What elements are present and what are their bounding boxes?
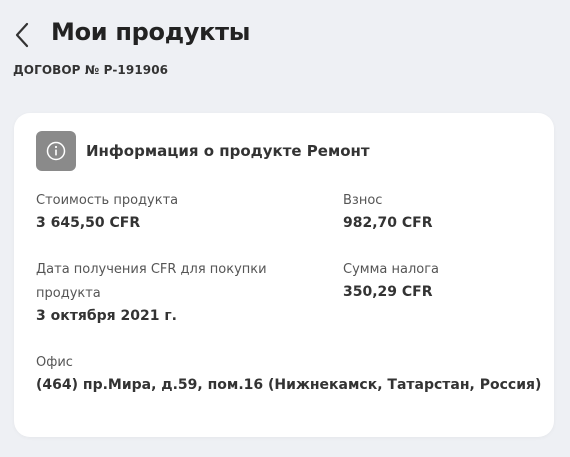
field-value: 350,29 CFR	[343, 284, 433, 300]
field-value: (464) пр.Мира, д.59, пом.16 (Нижнекамск,…	[36, 377, 542, 393]
field-value: 982,70 CFR	[343, 215, 433, 231]
field-office: Офис (464) пр.Мира, д.59, пом.16 (Нижнек…	[36, 351, 541, 395]
field-label: Стоимость продукта	[36, 193, 179, 208]
info-icon	[46, 141, 66, 161]
field-product-cost: Стоимость продукта 3 645,50 CFR	[36, 189, 178, 233]
field-tax-amount: Сумма налога 350,29 CFR	[343, 258, 439, 302]
page-title: Мои продукты	[51, 18, 251, 46]
field-label: Дата получения CFR для покупки продукта	[36, 262, 267, 301]
card-title: Информация о продукте Ремонт	[86, 142, 370, 160]
contract-number: ДОГОВОР № P-191906	[13, 63, 169, 77]
page-header: Мои продукты ДОГОВОР № P-191906	[0, 0, 570, 100]
field-contribution: Взнос 982,70 CFR	[343, 189, 433, 233]
field-value: 3 645,50 CFR	[36, 215, 141, 231]
field-label: Сумма налога	[343, 262, 440, 277]
field-label: Офис	[36, 355, 73, 370]
field-label: Взнос	[343, 193, 383, 208]
back-button[interactable]	[8, 18, 36, 52]
card-header: Информация о продукте Ремонт	[36, 131, 370, 171]
chevron-left-icon	[15, 22, 29, 48]
info-badge	[36, 131, 76, 171]
field-receive-date: Дата получения CFR для покупки продукта …	[36, 258, 316, 326]
field-value: 3 октября 2021 г.	[36, 308, 177, 324]
product-info-card: Информация о продукте Ремонт Стоимость п…	[14, 113, 554, 437]
